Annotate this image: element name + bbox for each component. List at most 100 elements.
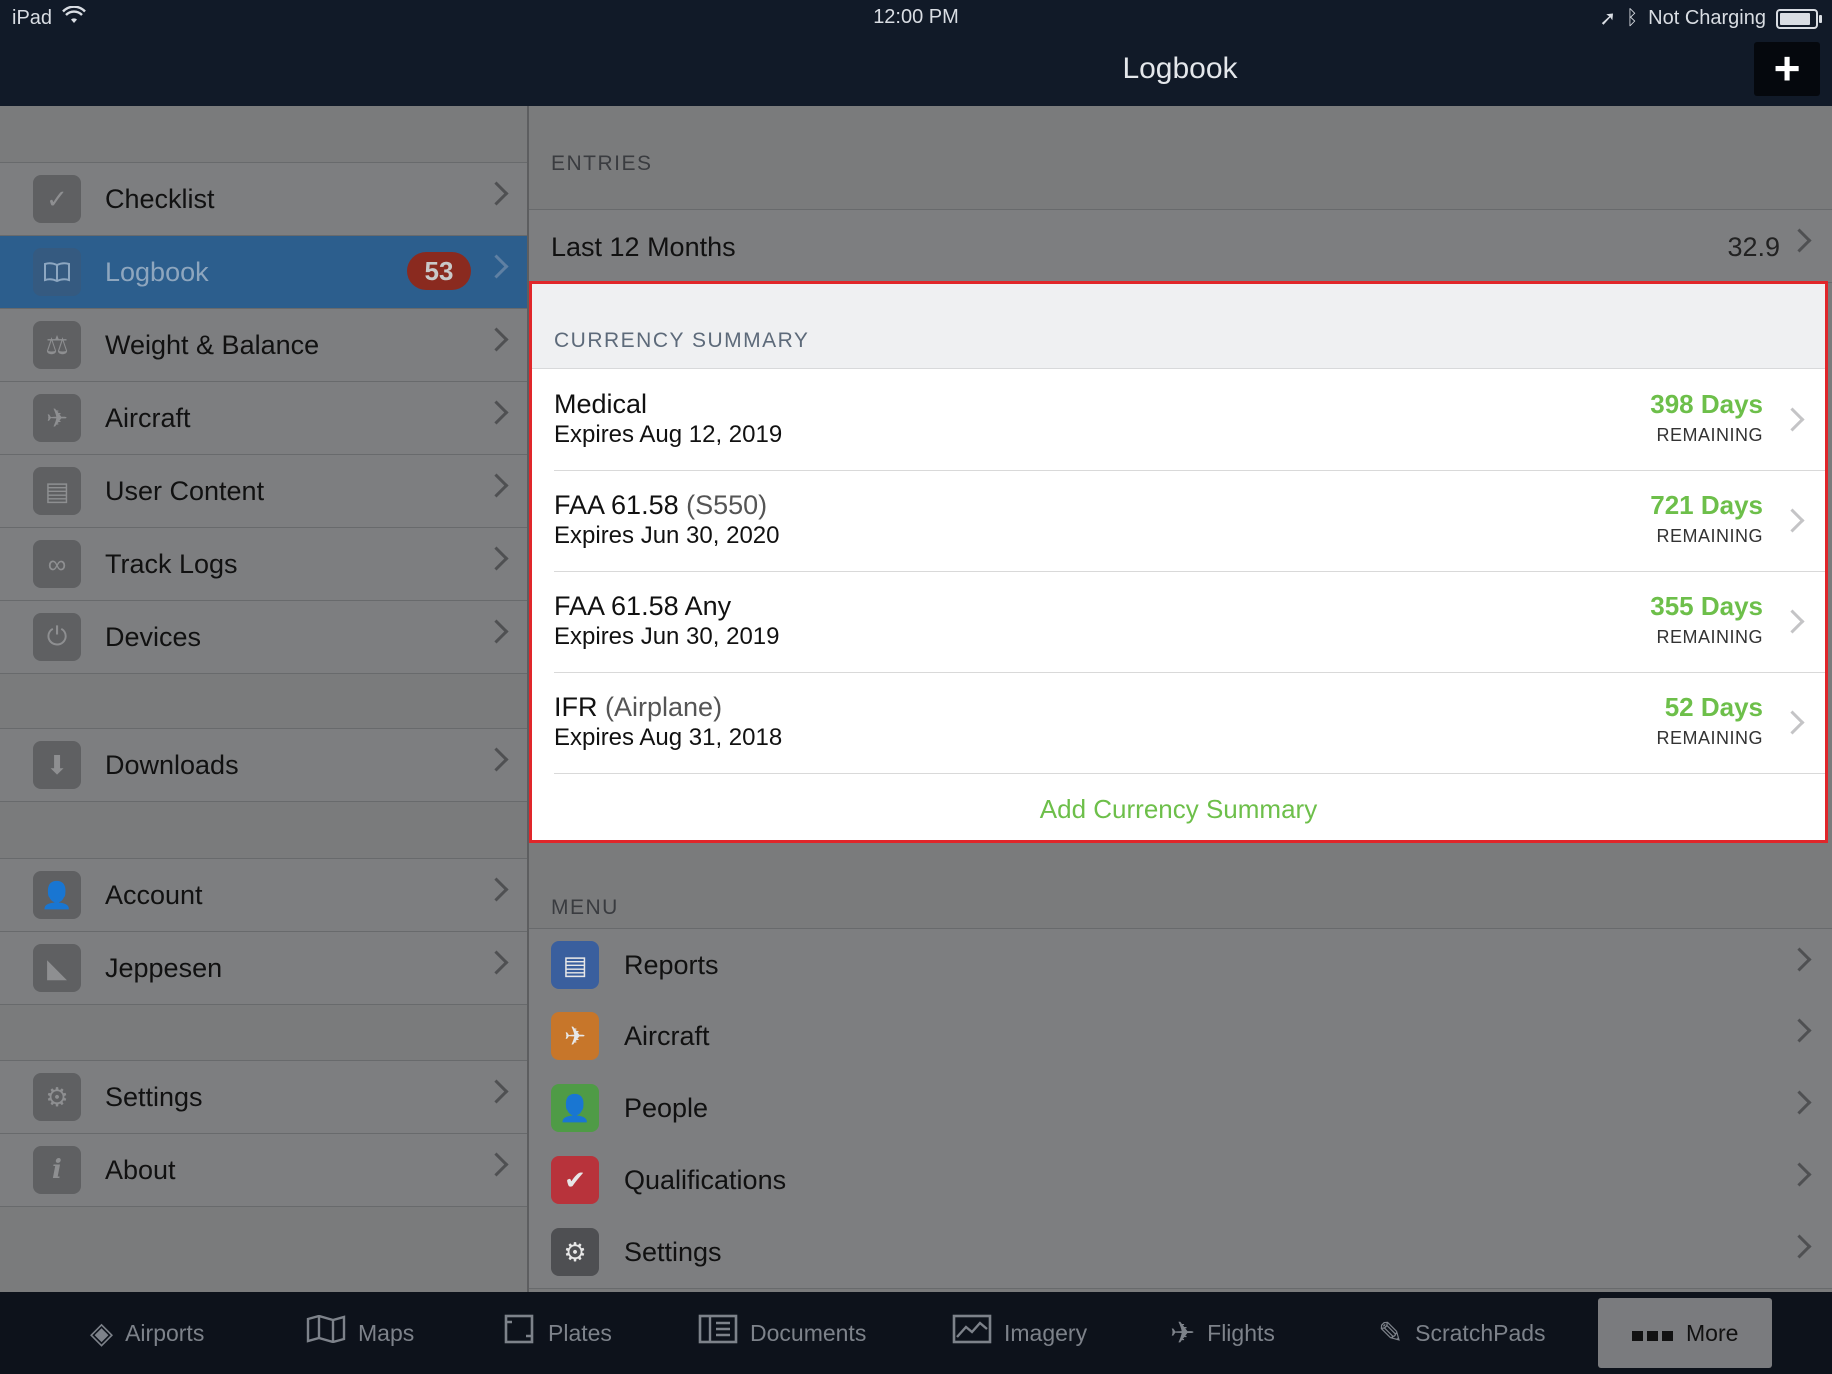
download-icon: ⬇ — [33, 741, 81, 789]
menu-item-people[interactable]: 👤 People — [529, 1072, 1832, 1145]
chevron-right-icon — [484, 181, 509, 206]
sidebar-item-devices[interactable]: ⏻ Devices — [0, 601, 527, 674]
tab-flights[interactable]: ✈ Flights — [1170, 1292, 1275, 1374]
sidebar-item-track-logs[interactable]: ∞ Track Logs — [0, 528, 527, 601]
sidebar-item-weight-balance[interactable]: ⚖ Weight & Balance — [0, 309, 527, 382]
tab-label: Maps — [358, 1319, 415, 1346]
currency-summary-title: CURRENCY SUMMARY — [554, 329, 810, 352]
chevron-right-icon — [1787, 1162, 1812, 1187]
tab-imagery[interactable]: Imagery — [952, 1292, 1087, 1374]
logbook-count-badge: 53 — [407, 252, 471, 290]
menu-item-label: Reports — [624, 950, 719, 980]
currency-expiry: Expires Jun 30, 2019 — [554, 623, 780, 650]
menu-item-reports[interactable]: ▤ Reports — [529, 928, 1832, 1002]
menu-item-qualifications[interactable]: ✔ Qualifications — [529, 1144, 1832, 1217]
sidebar-group-settings: ⚙ Settings i About — [0, 1060, 527, 1207]
chevron-right-icon — [1780, 407, 1805, 432]
documents-icon — [698, 1313, 738, 1353]
currency-title-sub: (S550) — [686, 490, 768, 520]
tab-label: Flights — [1207, 1319, 1275, 1346]
tab-scratchpads[interactable]: ✎ ScratchPads — [1378, 1292, 1546, 1374]
compass-icon: ◈ — [90, 1316, 114, 1350]
currency-title: Medical — [554, 389, 647, 420]
gears-icon: ⚙ — [551, 1228, 599, 1276]
chevron-right-icon — [484, 619, 509, 644]
currency-row-ifr-airplane[interactable]: IFR (Airplane) Expires Aug 31, 2018 52 D… — [554, 672, 1825, 774]
person-icon: 👤 — [33, 871, 81, 919]
currency-row-faa-61-58-s550[interactable]: FAA 61.58 (S550) Expires Jun 30, 2020 72… — [554, 470, 1825, 572]
sidebar-item-logbook[interactable]: Logbook 53 — [0, 236, 527, 309]
chevron-right-icon — [1780, 508, 1805, 533]
currency-expiry: Expires Aug 12, 2019 — [554, 421, 783, 448]
sidebar-item-label: Downloads — [105, 749, 239, 780]
chevron-right-icon — [484, 1152, 509, 1177]
currency-row-faa-61-58-any[interactable]: FAA 61.58 Any Expires Jun 30, 2019 355 D… — [554, 571, 1825, 673]
airplane-icon: ✈ — [551, 1012, 599, 1060]
document-icon: ▤ — [33, 467, 81, 515]
tab-airports[interactable]: ◈ Airports — [90, 1292, 204, 1374]
sidebar-item-account[interactable]: 👤 Account — [0, 858, 527, 932]
currency-days: 355 Days — [1650, 591, 1763, 621]
tab-label: Documents — [750, 1319, 867, 1346]
status-time: 12:00 PM — [873, 6, 959, 28]
chevron-right-icon — [1787, 1018, 1812, 1043]
sidebar-item-label: Jeppesen — [105, 952, 223, 983]
info-icon: i — [33, 1146, 81, 1194]
add-entry-button[interactable]: + — [1754, 42, 1820, 96]
sidebar-item-jeppesen[interactable]: ◣ Jeppesen — [0, 932, 527, 1005]
menu-item-label: Aircraft — [624, 1021, 710, 1051]
entries-last-12-months-row[interactable]: Last 12 Months 32.9 — [529, 209, 1832, 283]
location-icon: ➚ — [1599, 8, 1617, 30]
sidebar-group-main: ✓ Checklist Logbook 53 ⚖ Weight & Balanc… — [0, 162, 527, 674]
sidebar-item-label: Aircraft — [105, 402, 191, 433]
top-bar: iPad 12:00 PM ➚ ᛒ Not Charging Logbook + — [0, 0, 1832, 106]
sidebar-item-label: Settings — [105, 1081, 203, 1112]
tab-maps[interactable]: Maps — [306, 1292, 414, 1374]
sidebar-item-label: Account — [105, 879, 203, 910]
chevron-right-icon — [484, 877, 509, 902]
chevron-right-icon — [484, 747, 509, 772]
sidebar-item-label: Track Logs — [105, 548, 238, 579]
map-icon — [306, 1314, 346, 1351]
menu-item-aircraft[interactable]: ✈ Aircraft — [529, 1000, 1832, 1073]
sidebar-item-about[interactable]: i About — [0, 1134, 527, 1207]
currency-days: 721 Days — [1650, 490, 1763, 520]
sidebar-item-downloads[interactable]: ⬇ Downloads — [0, 728, 527, 802]
currency-title-main: IFR — [554, 692, 598, 722]
menu-item-label: People — [624, 1093, 709, 1123]
tab-label: More — [1686, 1319, 1739, 1346]
menu-item-label: Settings — [624, 1237, 722, 1267]
departure-icon: ✈ — [1170, 1316, 1196, 1350]
chevron-right-icon — [484, 327, 509, 352]
battery-icon — [1776, 8, 1822, 29]
entries-row-label: Last 12 Months — [551, 232, 736, 262]
sidebar-item-label: Weight & Balance — [105, 329, 320, 360]
chevron-right-icon — [1787, 1234, 1812, 1259]
currency-row-medical[interactable]: Medical Expires Aug 12, 2019 398 Days RE… — [554, 369, 1825, 471]
menu-item-settings[interactable]: ⚙ Settings — [529, 1216, 1832, 1289]
chevron-right-icon — [1780, 609, 1805, 634]
tab-documents[interactable]: Documents — [698, 1292, 866, 1374]
sidebar-item-user-content[interactable]: ▤ User Content — [0, 455, 527, 528]
sidebar-item-checklist[interactable]: ✓ Checklist — [0, 162, 527, 236]
currency-summary-header: CURRENCY SUMMARY — [532, 284, 1825, 369]
currency-title-sub: (Airplane) — [605, 692, 723, 722]
plug-icon: ⏻ — [33, 613, 81, 661]
sidebar: ✓ Checklist Logbook 53 ⚖ Weight & Balanc… — [0, 106, 529, 1292]
sidebar-item-label: Checklist — [105, 183, 215, 214]
sidebar-item-settings[interactable]: ⚙ Settings — [0, 1060, 527, 1134]
page-title: Logbook — [1122, 52, 1238, 85]
sidebar-group-account: 👤 Account ◣ Jeppesen — [0, 858, 527, 1005]
add-currency-summary-button[interactable]: Add Currency Summary — [532, 794, 1825, 825]
gear-icon: ⚙ — [33, 1073, 81, 1121]
tab-plates[interactable]: Plates — [502, 1292, 612, 1374]
currency-days: 52 Days — [1664, 692, 1763, 722]
tab-more[interactable]: More — [1598, 1298, 1773, 1368]
jeppesen-icon: ◣ — [33, 944, 81, 992]
menu-item-label: Qualifications — [624, 1165, 787, 1195]
sidebar-item-aircraft[interactable]: ✈ Aircraft — [0, 382, 527, 455]
badge-check-icon: ✔ — [551, 1156, 599, 1204]
tracklog-icon: ∞ — [33, 540, 81, 588]
weight-icon: ⚖ — [33, 321, 81, 369]
entries-header: ENTRIES — [551, 152, 653, 175]
